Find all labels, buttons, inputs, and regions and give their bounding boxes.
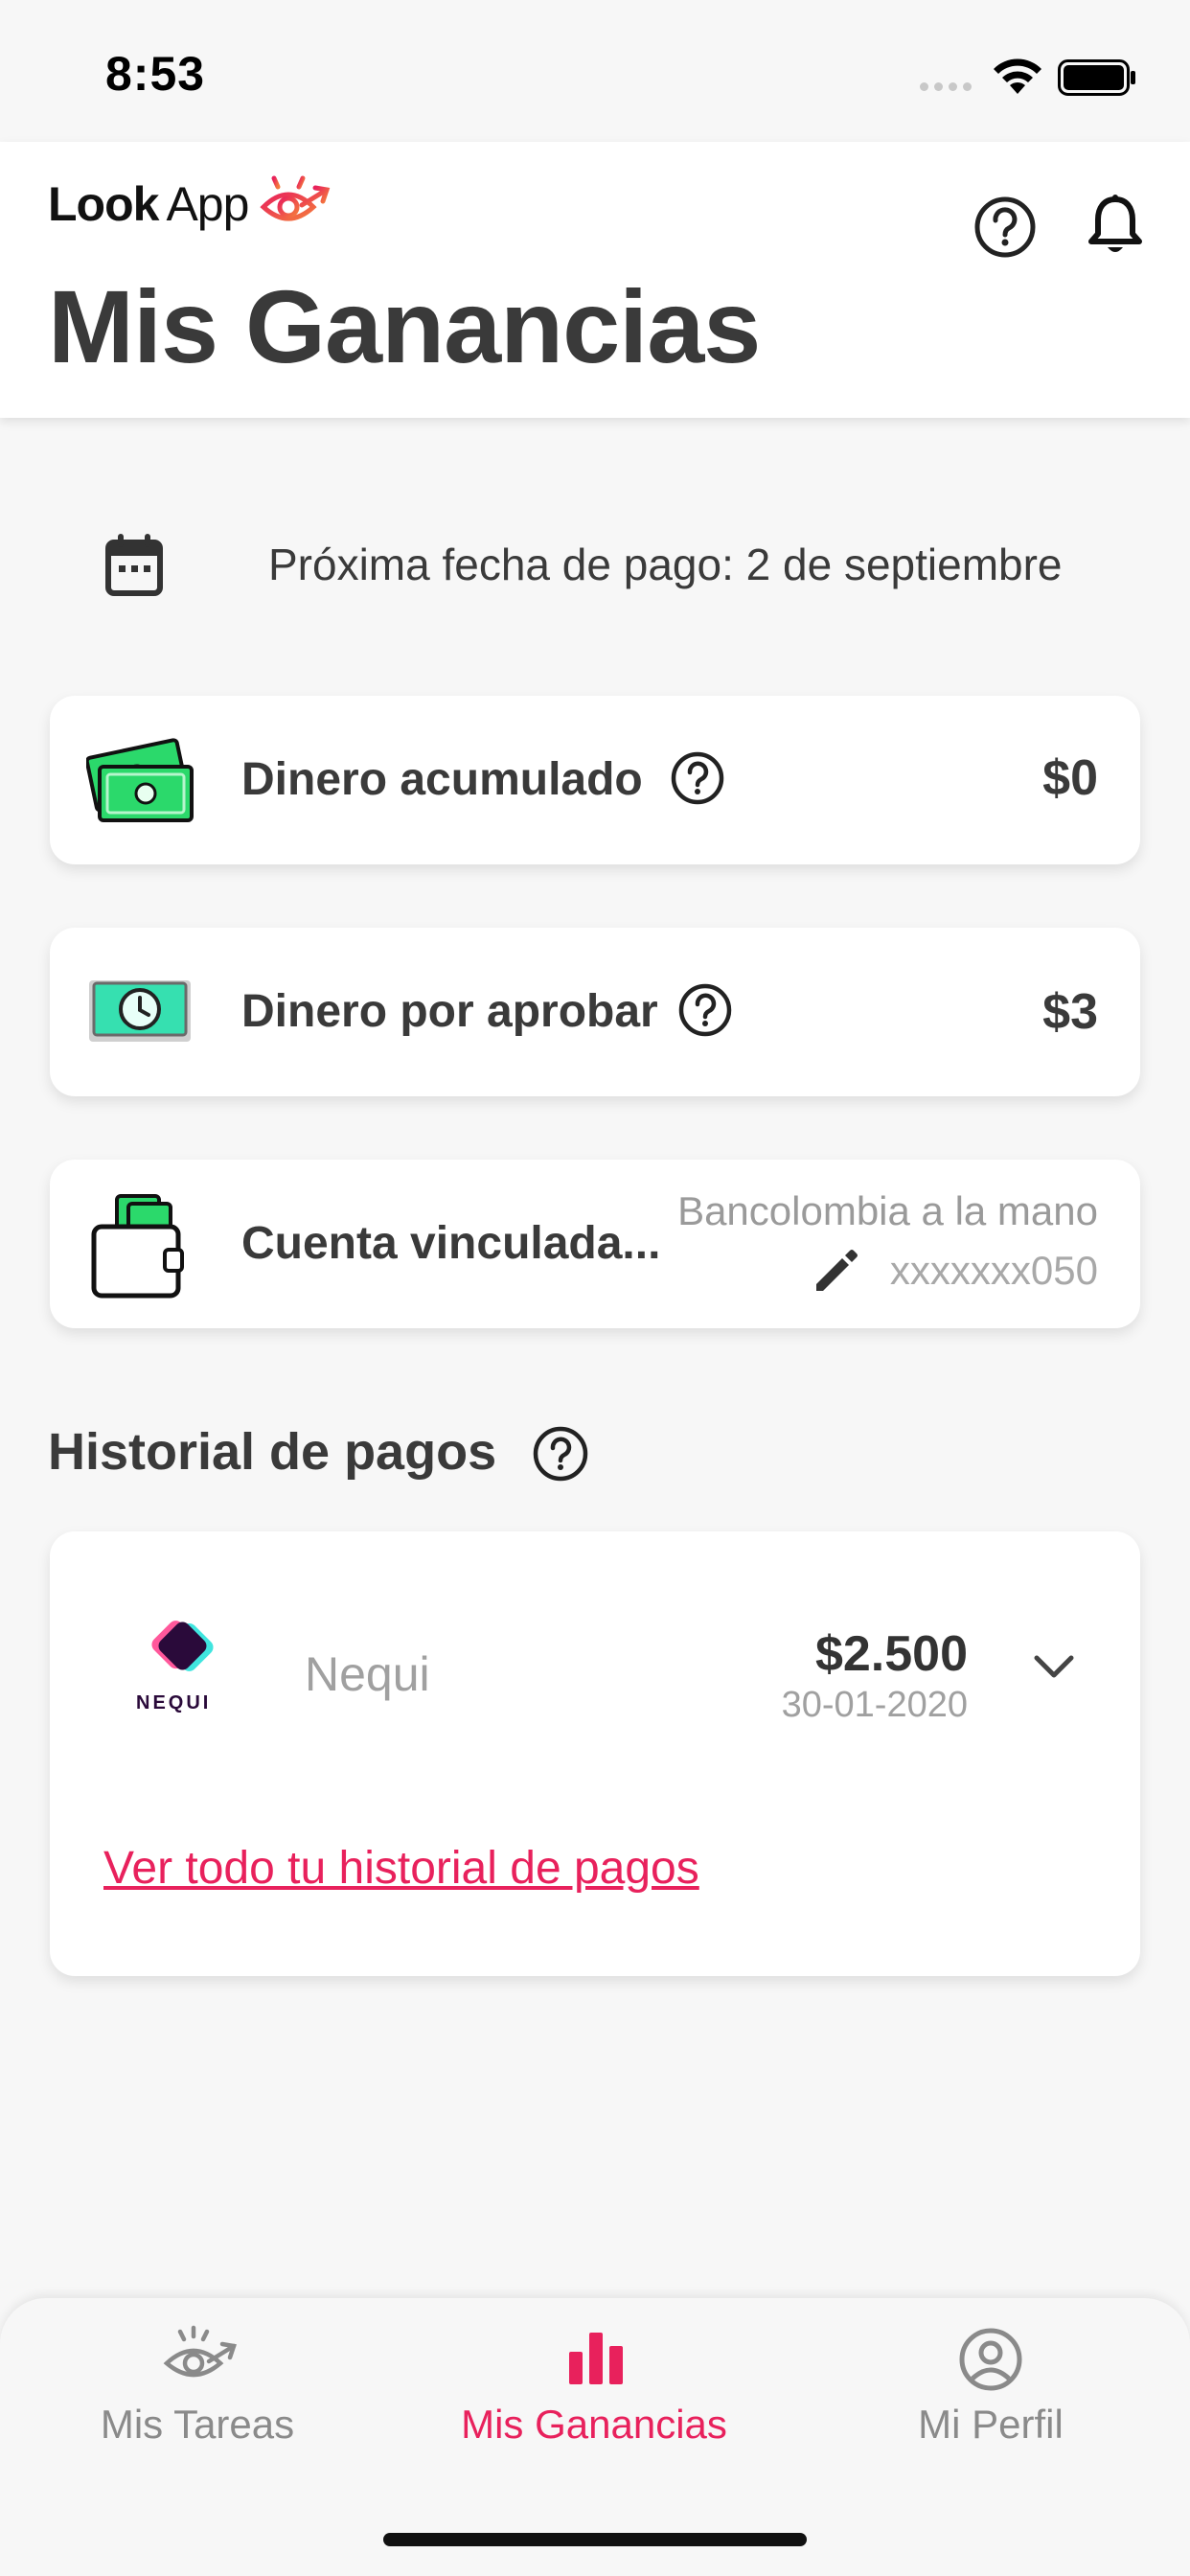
pending-money-clock-icon — [86, 978, 194, 1049]
status-time: 8:53 — [105, 47, 206, 101]
tab-icon-profile[interactable] — [958, 2327, 1023, 2397]
pending-money-value: $3 — [1042, 984, 1098, 1040]
accumulated-help-icon[interactable] — [671, 751, 724, 810]
logo-text-light: App — [166, 176, 249, 231]
eye-logo-icon — [260, 171, 332, 237]
notification-bell-icon[interactable] — [1087, 194, 1144, 264]
tab-mis-tareas[interactable]: Mis Tareas — [25, 2402, 370, 2448]
payment-history-card: NEQUI Nequi $2.500 30-01-2020 Ver todo t… — [50, 1531, 1140, 1976]
see-all-history-link[interactable]: Ver todo tu historial de pagos — [103, 1842, 699, 1895]
pending-help-icon[interactable] — [678, 983, 732, 1042]
history-help-icon[interactable] — [533, 1426, 588, 1486]
linked-bank-name: Bancolombia a la mano — [677, 1188, 1098, 1233]
money-bills-icon — [84, 734, 197, 831]
tab-mis-ganancias[interactable]: Mis Ganancias — [422, 2402, 767, 2448]
edit-pencil-icon[interactable] — [811, 1246, 860, 1300]
signal-icon — [920, 82, 972, 91]
payment-date: 30-01-2020 — [781, 1685, 968, 1725]
page-title: Mis Ganancias — [48, 268, 761, 384]
pending-money-label: Dinero por aprobar — [241, 986, 658, 1037]
linked-account-card[interactable]: Cuenta vinculada... Bancolombia a la man… — [50, 1160, 1140, 1328]
logo-text-bold: Look — [48, 176, 159, 231]
accumulated-money-value: $0 — [1042, 750, 1098, 806]
tab-icon-eye[interactable] — [161, 2325, 238, 2393]
linked-account-number: xxxxxxx050 — [889, 1248, 1098, 1293]
chevron-down-icon[interactable] — [1033, 1652, 1075, 1686]
payment-method-name: Nequi — [305, 1647, 430, 1701]
nequi-logo-icon — [134, 1614, 215, 1699]
battery-icon — [1058, 59, 1136, 101]
tab-mi-perfil[interactable]: Mi Perfil — [818, 2402, 1163, 2448]
help-icon[interactable] — [973, 196, 1037, 264]
next-payment-date: Próxima fecha de pago: 2 de septiembre — [268, 540, 1063, 589]
payment-amount: $2.500 — [814, 1626, 968, 1682]
wifi-icon — [989, 54, 1046, 101]
tab-icon-bar-chart[interactable] — [567, 2329, 625, 2389]
calendar-icon — [105, 533, 163, 601]
accumulated-money-card[interactable]: Dinero acumulado $0 — [50, 696, 1140, 864]
nequi-logo-text: NEQUI — [136, 1692, 212, 1714]
wallet-icon — [88, 1188, 194, 1304]
linked-account-label: Cuenta vinculada... — [241, 1218, 661, 1269]
payment-history-title: Historial de pagos — [48, 1423, 497, 1481]
lookapp-logo: Look App — [48, 171, 332, 237]
accumulated-money-label: Dinero acumulado — [241, 754, 643, 805]
pending-money-card[interactable]: Dinero por aprobar $3 — [50, 928, 1140, 1096]
home-indicator — [383, 2533, 807, 2546]
